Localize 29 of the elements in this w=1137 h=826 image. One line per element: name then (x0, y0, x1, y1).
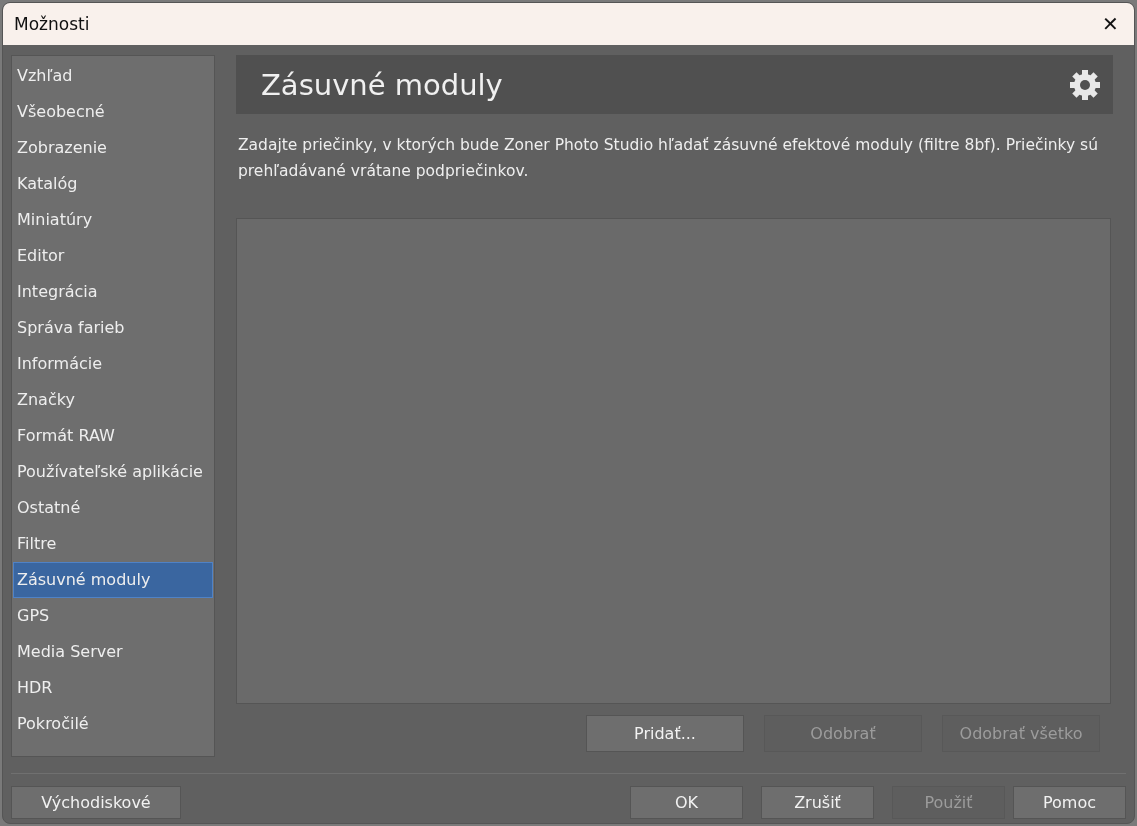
sidebar-item[interactable]: Katalóg (13, 166, 213, 202)
settings-icon (1069, 68, 1101, 101)
sidebar-item[interactable]: Značky (13, 382, 213, 418)
sidebar-item[interactable]: Formát RAW (13, 418, 213, 454)
sidebar-item[interactable]: Pokročilé (13, 706, 213, 742)
sidebar-item[interactable]: Filtre (13, 526, 213, 562)
sidebar-item[interactable]: Ostatné (13, 490, 213, 526)
sidebar-item[interactable]: Informácie (13, 346, 213, 382)
description-text: Zadajte priečinky, v ktorých bude Zoner Photo Studio hľadať zásuvné efektové moduly (filtre 8bf). Priečinky sú prehľadávané vrátane podpriečinkov. (238, 135, 1099, 182)
sidebar-item[interactable]: Editor (13, 238, 213, 274)
close-button[interactable]: ✕ (1096, 12, 1124, 36)
sidebar-item[interactable]: Zobrazenie (13, 130, 213, 166)
ok-button[interactable]: OK (630, 786, 743, 819)
cancel-button[interactable]: Zrušiť (761, 786, 874, 819)
panel-title: Zásuvné moduly (261, 67, 503, 102)
sidebar-item[interactable]: Media Server (13, 634, 213, 670)
sidebar-item[interactable]: GPS (13, 598, 213, 634)
sidebar-item[interactable]: Zásuvné moduly (13, 562, 213, 598)
sidebar-item[interactable]: Vzhľad (13, 58, 213, 94)
help-button[interactable]: Pomoc (1013, 786, 1126, 819)
window-title: Možnosti (14, 14, 90, 34)
sidebar-item[interactable]: HDR (13, 670, 213, 706)
sidebar-item[interactable]: Všeobecné (13, 94, 213, 130)
sidebar-item[interactable]: Používateľské aplikácie (13, 454, 213, 490)
sidebar-item[interactable]: Správa farieb (13, 310, 213, 346)
sidebar-item[interactable]: Miniatúry (13, 202, 213, 238)
defaults-button[interactable]: Východiskové (11, 786, 181, 819)
sidebar-item[interactable]: Integrácia (13, 274, 213, 310)
add-button[interactable]: Pridať... (586, 715, 744, 752)
